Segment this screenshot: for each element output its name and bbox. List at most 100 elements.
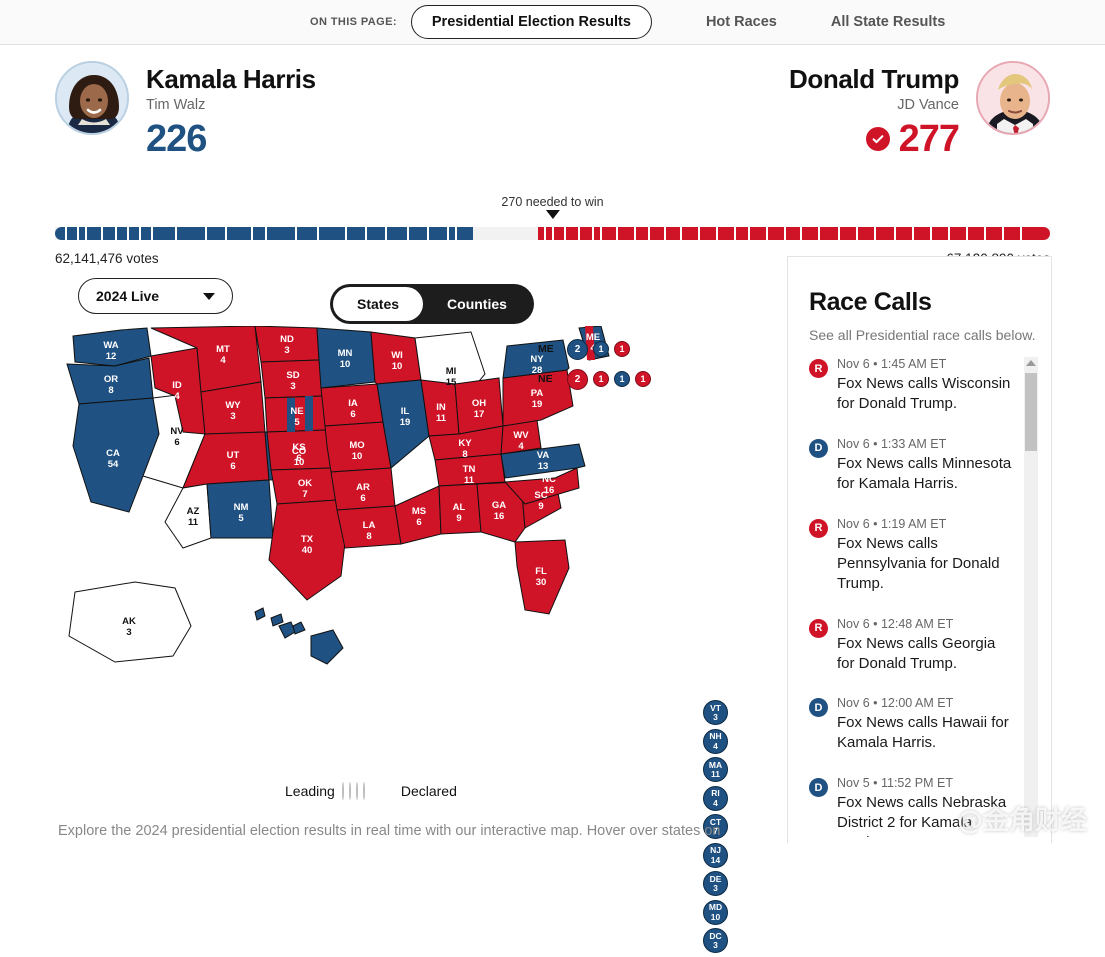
svg-text:MS: MS [412,506,426,517]
race-call-item[interactable]: D Nov 5 • 11:52 PM ET Fox News calls Nebra… [809,776,1014,837]
svg-text:CA: CA [106,448,120,459]
district-circle-ne-2[interactable]: 1 [614,371,630,387]
state-abbr: NH [709,731,722,741]
year-dropdown[interactable]: 2024 Live [78,278,234,314]
svg-text:TN: TN [463,464,476,475]
trump-running-mate: JD Vance [897,97,959,114]
party-badge-d-icon: D [809,778,828,798]
svg-text:16: 16 [494,511,505,522]
district-circle-me-0[interactable]: 2 [567,338,588,360]
svg-text:HI: HI [286,640,296,651]
tab-all-state-results[interactable]: All State Results [831,14,945,30]
race-call-item[interactable]: D Nov 6 • 1:33 AM ET Fox News calls Minnes… [809,437,1014,494]
race-call-item[interactable]: D Nov 6 • 12:00 AM ET Fox News calls Hawai… [809,696,1014,753]
scroll-up-arrow-icon[interactable] [1026,360,1036,366]
legend-leading: Leading [285,782,370,800]
map-state-hi-islet-1[interactable] [270,613,284,627]
race-call-item[interactable]: R Nov 6 • 1:45 AM ET Fox News calls Wiscon… [809,357,1014,414]
svg-text:OR: OR [104,374,118,385]
svg-text:IL: IL [401,406,410,417]
district-split-legend: ME 2 1 1 NE 2 1 1 1 [538,336,651,396]
small-state-de[interactable]: DE 3 [703,871,728,896]
map-explainer-text: Explore the 2024 presidential election r… [58,823,721,839]
svg-text:NE: NE [290,406,303,417]
district-circle-ne-3[interactable]: 1 [635,371,651,387]
small-state-md[interactable]: MD 10 [703,899,728,925]
small-state-nh[interactable]: NH 4 [703,728,728,754]
svg-text:4: 4 [518,441,524,452]
svg-text:16: 16 [544,485,555,496]
race-call-item[interactable]: R Nov 6 • 1:19 AM ET Fox News calls Pennsy… [809,517,1014,594]
race-call-timestamp: Nov 6 • 1:19 AM ET [837,516,947,531]
svg-text:17: 17 [474,409,485,420]
svg-text:ND: ND [280,334,294,345]
district-circle-me-1[interactable]: 1 [593,341,609,357]
district-circle-ne-0[interactable]: 2 [567,368,588,390]
legend-leading-label: Leading [285,783,335,799]
map-state-hi[interactable] [278,621,296,639]
svg-text:TX: TX [301,534,314,545]
candidate-trump: Donald Trump JD Vance 277 [789,61,1050,158]
svg-text:WI: WI [391,350,403,361]
toggle-option-counties[interactable]: Counties [423,287,531,321]
small-state-vt[interactable]: VT 3 [703,700,728,725]
on-this-page-label: ON THIS PAGE: [310,16,397,28]
district-circle-ne-1[interactable]: 1 [593,371,609,387]
win-threshold-label: 270 needed to win [501,195,604,209]
svg-text:40: 40 [302,545,313,556]
tab-presidential-election-results[interactable]: Presidential Election Results [410,5,652,39]
state-electoral-votes: 10 [710,911,721,922]
state-abbr: DC [709,930,722,941]
state-electoral-votes: 3 [713,940,718,950]
svg-text:6: 6 [174,437,179,448]
small-state-nj[interactable]: NJ 14 [703,842,728,868]
race-call-text: Fox News calls Georgia for Donald Trump. [837,634,996,672]
scrollbar-thumb[interactable] [1025,373,1037,451]
legend-leading-dot-3 [362,782,365,800]
svg-text:NM: NM [234,502,249,513]
svg-text:AR: AR [356,482,370,493]
presidential-results-header: Kamala Harris Tim Walz 226 Donald Trump … [0,45,1105,266]
svg-text:GA: GA [492,500,506,511]
state-abbr: MA [708,759,723,770]
map-label-mn: MN10 [338,348,353,370]
district-circle-me-2[interactable]: 1 [614,341,630,357]
svg-text:4: 4 [220,355,226,366]
race-call-timestamp: Nov 6 • 12:48 AM ET [837,616,954,631]
chevron-down-icon [203,292,216,300]
tab-hot-races[interactable]: Hot Races [706,14,777,30]
svg-text:WA: WA [103,340,118,351]
state-abbr: RI [711,788,720,798]
legend-leading-dot-1 [348,782,351,800]
svg-text:10: 10 [352,451,363,462]
svg-text:54: 54 [108,459,119,470]
race-call-item[interactable]: R Nov 6 • 12:48 AM ET Fox News calls Georg… [809,617,1014,674]
race-calls-title: Race Calls [809,288,932,316]
map-state-hi-islet-0[interactable] [254,607,266,621]
map-state-hi-islet-3[interactable] [310,629,344,665]
svg-text:MT: MT [216,344,230,355]
states-counties-toggle[interactable]: States Counties [330,284,534,324]
small-state-ma[interactable]: MA 11 [703,757,728,782]
race-calls-scrollbar[interactable] [1024,357,1038,837]
svg-text:WV: WV [513,430,529,441]
party-badge-d-icon: D [809,438,828,458]
svg-text:IA: IA [348,398,358,409]
svg-text:SD: SD [286,370,299,381]
party-badge-r-icon: R [809,359,828,378]
small-state-ri[interactable]: RI 4 [703,785,728,811]
svg-text:KY: KY [458,438,472,449]
svg-text:9: 9 [538,501,543,512]
party-badge-r-icon: R [809,518,828,538]
small-state-dc[interactable]: DC 3 [703,928,728,953]
state-electoral-votes: 14 [710,854,721,865]
map-label-tn: TN11 [463,464,476,486]
toggle-option-states[interactable]: States [333,287,424,321]
race-call-text: Fox News calls Minnesota for Kamala Harr… [837,454,1012,492]
state-electoral-votes: 3 [713,883,718,893]
map-label-hi: HI [286,640,296,651]
map-state-hi-islet-2[interactable] [292,621,306,635]
map-label-tx: TX40 [301,534,314,556]
district-state-label: ME [538,343,554,355]
svg-text:11: 11 [436,413,447,424]
